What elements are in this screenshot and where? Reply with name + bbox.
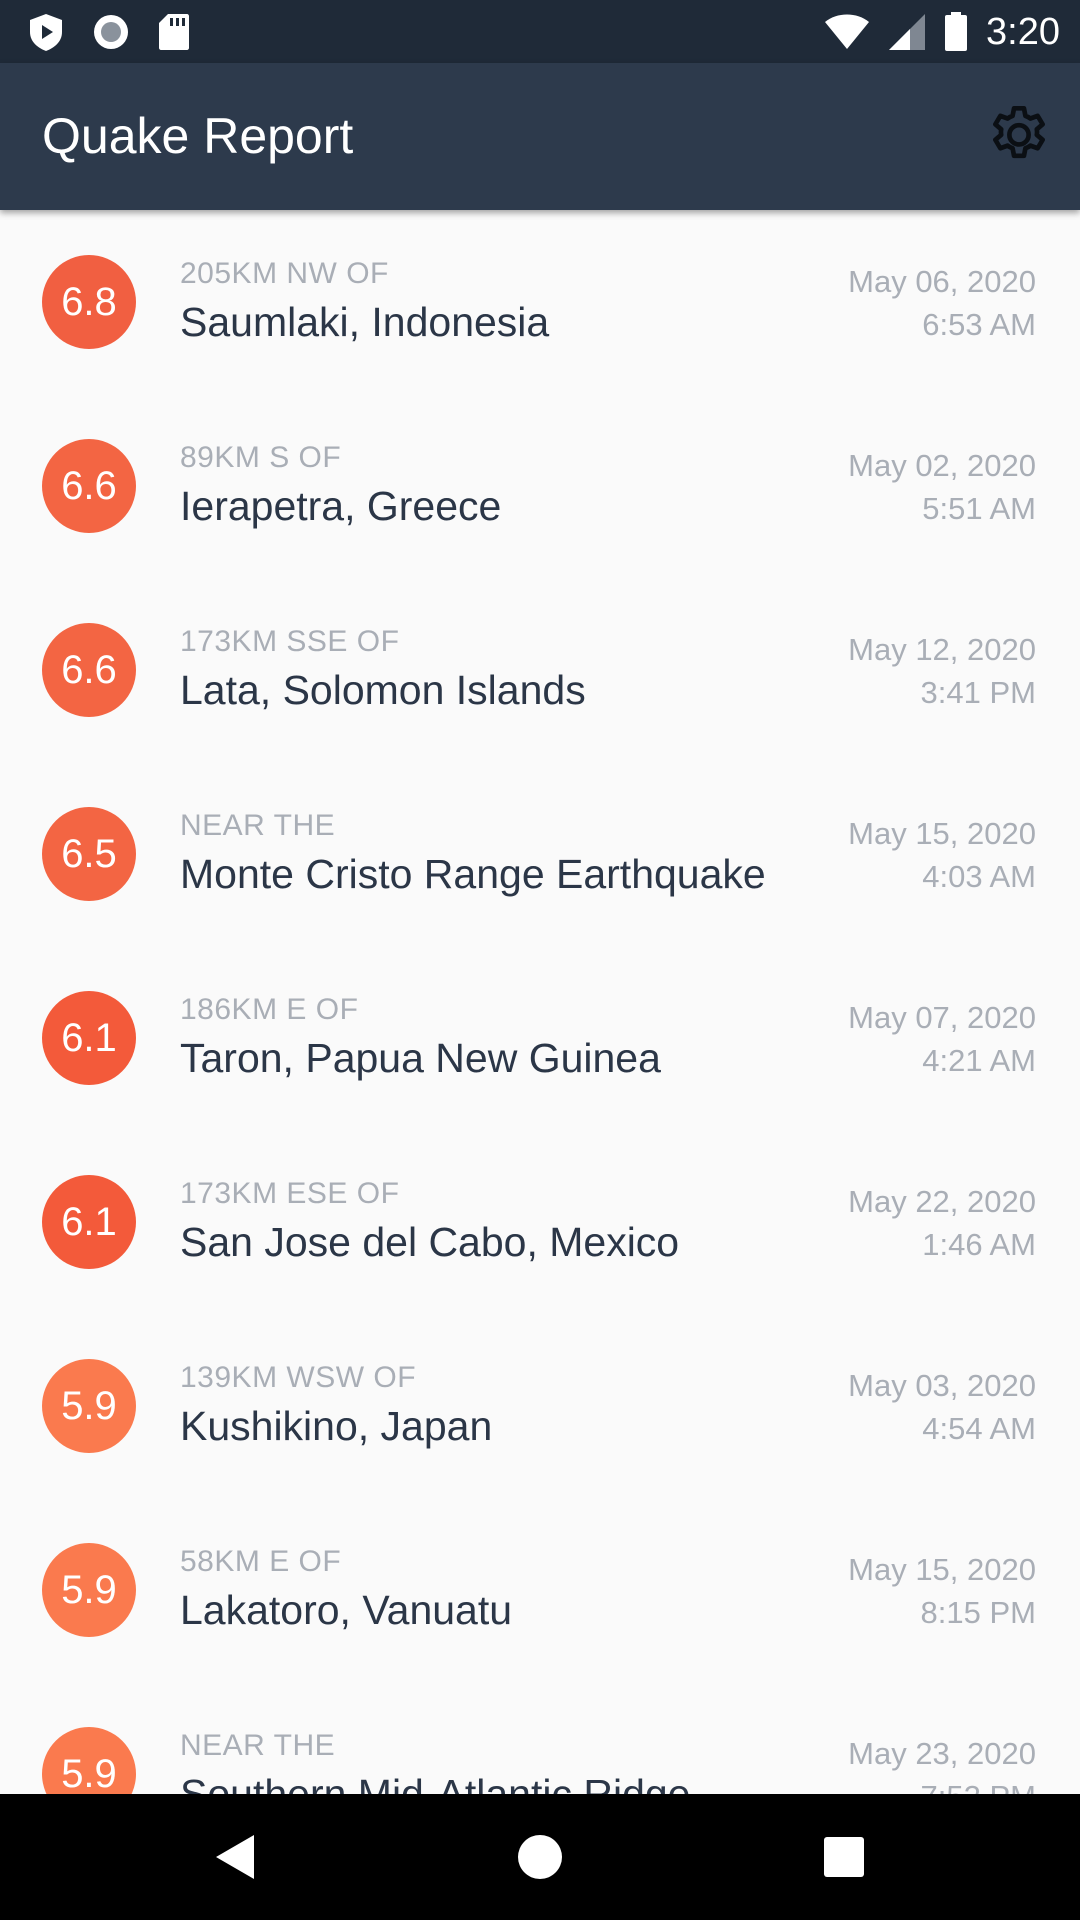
quake-time: 5:51 AM bbox=[922, 491, 1036, 526]
primary-location: Kushikino, Japan bbox=[180, 1403, 493, 1449]
status-time: 3:20 bbox=[986, 10, 1060, 53]
quake-date: May 02, 2020 bbox=[848, 448, 1036, 483]
quake-time: 4:54 AM bbox=[922, 1411, 1036, 1446]
location-offset: 186KM E OF bbox=[180, 993, 359, 1026]
quake-time: 7:52 PM bbox=[921, 1779, 1036, 1794]
list-item[interactable]: 6.1 173KM ESE OF San Jose del Cabo, Mexi… bbox=[0, 1130, 1080, 1314]
list-item[interactable]: 5.9 58KM E OF Lakatoro, Vanuatu May 15, … bbox=[0, 1498, 1080, 1682]
battery-icon bbox=[944, 12, 968, 52]
list-item[interactable]: 6.1 186KM E OF Taron, Papua New Guinea M… bbox=[0, 946, 1080, 1130]
navigation-bar bbox=[0, 1794, 1080, 1920]
primary-location: Southern Mid-Atlantic Ridge bbox=[180, 1771, 691, 1794]
shield-play-icon bbox=[28, 12, 64, 52]
status-icons-right: 3:20 bbox=[824, 8, 1060, 56]
cell-signal-icon bbox=[888, 13, 926, 51]
location-offset: 173KM SSE OF bbox=[180, 625, 400, 658]
home-button[interactable] bbox=[510, 1827, 570, 1887]
location-offset: 173KM ESE OF bbox=[180, 1177, 400, 1210]
primary-location: San Jose del Cabo, Mexico bbox=[180, 1219, 680, 1265]
magnitude-badge: 6.1 bbox=[42, 1175, 136, 1269]
magnitude-badge: 6.8 bbox=[42, 255, 136, 349]
quake-time: 1:46 AM bbox=[922, 1227, 1036, 1262]
primary-location: Ierapetra, Greece bbox=[180, 483, 502, 529]
magnitude-badge: 5.9 bbox=[42, 1359, 136, 1453]
location-offset: NEAR THE bbox=[180, 1729, 336, 1762]
quake-date: May 06, 2020 bbox=[848, 264, 1036, 299]
primary-location: Taron, Papua New Guinea bbox=[180, 1035, 661, 1081]
location-offset: 139KM WSW OF bbox=[180, 1361, 417, 1394]
quake-list[interactable]: 6.8 205KM NW OF Saumlaki, Indonesia May … bbox=[0, 210, 1080, 1794]
quake-time: 3:41 PM bbox=[920, 675, 1036, 710]
quake-date: May 23, 2020 bbox=[848, 1736, 1036, 1771]
list-item[interactable]: 5.9 NEAR THE Southern Mid-Atlantic Ridge… bbox=[0, 1682, 1080, 1794]
location-offset: 58KM E OF bbox=[180, 1545, 342, 1578]
recents-square-icon bbox=[824, 1837, 864, 1877]
app-title: Quake Report bbox=[42, 108, 354, 164]
status-icons-left bbox=[28, 12, 190, 52]
magnitude-badge: 6.5 bbox=[42, 807, 136, 901]
primary-location: Lata, Solomon Islands bbox=[180, 667, 586, 713]
list-item[interactable]: 6.6 173KM SSE OF Lata, Solomon Islands M… bbox=[0, 578, 1080, 762]
quake-date: May 15, 2020 bbox=[848, 1552, 1036, 1587]
quake-time: 8:15 PM bbox=[920, 1595, 1036, 1630]
quake-date: May 12, 2020 bbox=[848, 632, 1036, 667]
settings-button[interactable] bbox=[984, 101, 1054, 171]
screen: 3:20 Quake Report 6.8 205KM NW OF Saumla… bbox=[0, 0, 1080, 1920]
location-offset: NEAR THE bbox=[180, 809, 336, 842]
wifi-icon bbox=[824, 14, 870, 50]
list-item[interactable]: 6.5 NEAR THE Monte Cristo Range Earthqua… bbox=[0, 762, 1080, 946]
primary-location: Lakatoro, Vanuatu bbox=[180, 1587, 513, 1633]
quake-time: 4:21 AM bbox=[922, 1043, 1036, 1078]
record-icon bbox=[92, 13, 130, 51]
status-bar: 3:20 bbox=[0, 0, 1080, 63]
list-item[interactable]: 6.6 89KM S OF Ierapetra, Greece May 02, … bbox=[0, 394, 1080, 578]
magnitude-badge: 5.9 bbox=[42, 1543, 136, 1637]
back-button[interactable] bbox=[206, 1827, 266, 1887]
primary-location: Monte Cristo Range Earthquake bbox=[180, 851, 766, 897]
quake-time: 4:03 AM bbox=[922, 859, 1036, 894]
quake-time: 6:53 AM bbox=[922, 307, 1036, 342]
location-offset: 205KM NW OF bbox=[180, 257, 389, 290]
home-circle-icon bbox=[518, 1835, 562, 1879]
magnitude-badge: 6.6 bbox=[42, 623, 136, 717]
quake-date: May 22, 2020 bbox=[848, 1184, 1036, 1219]
back-triangle-icon bbox=[216, 1835, 254, 1879]
primary-location: Saumlaki, Indonesia bbox=[180, 299, 550, 345]
quake-date: May 15, 2020 bbox=[848, 816, 1036, 851]
quake-date: May 03, 2020 bbox=[848, 1368, 1036, 1403]
magnitude-badge: 6.6 bbox=[42, 439, 136, 533]
recents-button[interactable] bbox=[814, 1827, 874, 1887]
gear-icon bbox=[993, 105, 1045, 159]
list-item[interactable]: 6.8 205KM NW OF Saumlaki, Indonesia May … bbox=[0, 210, 1080, 394]
magnitude-badge: 6.1 bbox=[42, 991, 136, 1085]
app-bar: Quake Report bbox=[0, 63, 1080, 210]
list-item[interactable]: 5.9 139KM WSW OF Kushikino, Japan May 03… bbox=[0, 1314, 1080, 1498]
location-offset: 89KM S OF bbox=[180, 441, 342, 474]
quake-date: May 07, 2020 bbox=[848, 1000, 1036, 1035]
sd-card-icon bbox=[158, 13, 190, 51]
magnitude-badge: 5.9 bbox=[42, 1727, 136, 1794]
